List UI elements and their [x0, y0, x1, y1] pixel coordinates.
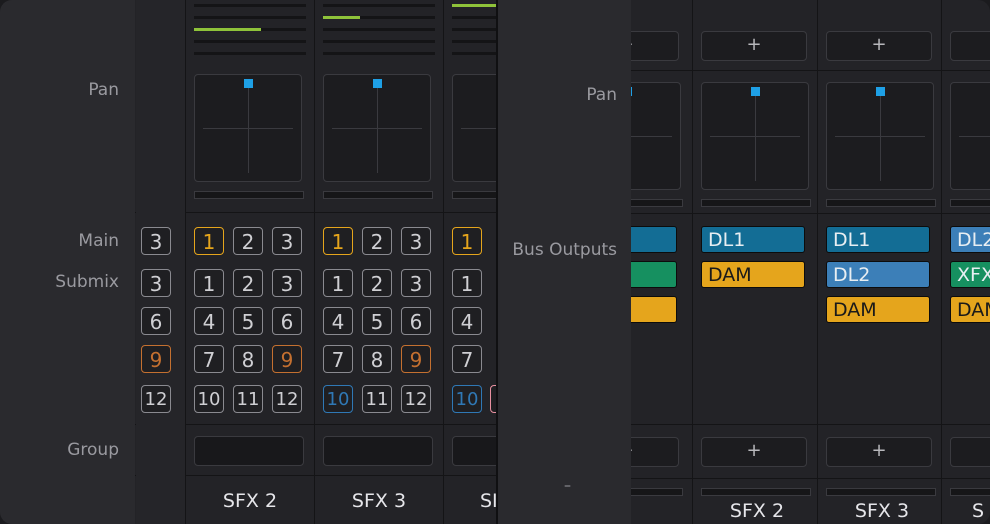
- submix-bus-12[interactable]: 12: [272, 385, 302, 413]
- submix-bus-9[interactable]: 9: [272, 345, 302, 373]
- pan-pad[interactable]: [701, 82, 809, 190]
- pan-handle[interactable]: [244, 79, 253, 88]
- add-top-button[interactable]: +: [701, 31, 807, 61]
- main-bus-3[interactable]: 3: [401, 227, 431, 255]
- channel-strip: DL2 XFX DAM S: [941, 0, 990, 524]
- submix-bus-4[interactable]: 4: [452, 307, 482, 335]
- add-group-button[interactable]: [950, 437, 990, 467]
- submix-bus-3[interactable]: 3: [141, 269, 171, 297]
- submix-bus-8[interactable]: 8: [233, 345, 263, 373]
- submix-bus-7[interactable]: 7: [194, 345, 224, 373]
- main-bus-3[interactable]: 3: [141, 227, 171, 255]
- main-bus-1[interactable]: 1: [452, 227, 482, 255]
- level-meter-fill: [323, 16, 360, 19]
- main-bus-1[interactable]: 1: [194, 227, 224, 255]
- submix-bus-3[interactable]: 3: [401, 269, 431, 297]
- pan-pad[interactable]: [452, 74, 496, 182]
- submix-bus-10[interactable]: 10: [452, 385, 482, 413]
- submix-bus-1[interactable]: 1: [194, 269, 224, 297]
- channel-strip-sfx-3: + DL1 DL2 DAM + SFX 3: [817, 0, 946, 524]
- bus-output-dam[interactable]: DAM: [950, 296, 990, 323]
- group-slot[interactable]: [452, 436, 496, 466]
- channel-strip-sfx-2: + DL1 DAM + SFX 2: [692, 0, 821, 524]
- submix-bus-12[interactable]: 12: [401, 385, 431, 413]
- submix-bus-4[interactable]: 4: [194, 307, 224, 335]
- submix-bus-7[interactable]: 7: [452, 345, 482, 373]
- submix-bus-12[interactable]: 12: [141, 385, 171, 413]
- main-bus-1[interactable]: 1: [323, 227, 353, 255]
- level-meter-fill: [452, 4, 496, 7]
- strip-name: SFX 2: [729, 500, 785, 522]
- submix-bus-8[interactable]: 8: [362, 345, 392, 373]
- submix-bus-4[interactable]: 4: [323, 307, 353, 335]
- pan-handle[interactable]: [373, 79, 382, 88]
- bus-output-dl2[interactable]: DL2: [826, 261, 930, 288]
- strip-name: SFX 3: [854, 500, 910, 522]
- bus-output-dl1[interactable]: DL1: [701, 226, 805, 253]
- add-top-button[interactable]: [950, 31, 990, 61]
- submix-bus-11[interactable]: 11: [362, 385, 392, 413]
- bus-output-dam[interactable]: DAM: [826, 296, 930, 323]
- pan-handle[interactable]: [876, 87, 885, 96]
- group-slot[interactable]: [323, 436, 433, 466]
- channel-strip: 1 1 4 7 10 SI: [443, 0, 496, 524]
- pan-pad[interactable]: [950, 82, 990, 190]
- bus-outputs-label: Bus Outputs: [512, 240, 617, 260]
- strip-name: SFX 3: [351, 490, 407, 512]
- mixer-panel-right: + + K 1 + DL1 DAM + SFX 2 + DL1 DL2: [496, 0, 990, 524]
- main-bus-3[interactable]: 3: [272, 227, 302, 255]
- pan-pad[interactable]: [194, 74, 302, 182]
- bus-output-dl2[interactable]: DL2: [950, 226, 990, 253]
- submix-bus-2[interactable]: 2: [362, 269, 392, 297]
- submix-bus-2[interactable]: 2: [233, 269, 263, 297]
- submix-bus-7[interactable]: 7: [323, 345, 353, 373]
- submix-bus-10[interactable]: 10: [194, 385, 224, 413]
- submix-bus-6[interactable]: 6: [401, 307, 431, 335]
- submix-bus-6[interactable]: 6: [141, 307, 171, 335]
- group-label: Group: [67, 440, 119, 460]
- row-labels-left: Pan Main Submix Group: [0, 0, 135, 524]
- pan-pad[interactable]: [826, 82, 934, 190]
- pan-handle[interactable]: [751, 87, 760, 96]
- add-group-button[interactable]: +: [826, 437, 932, 467]
- pan-pad[interactable]: [323, 74, 431, 182]
- group-slot[interactable]: [194, 436, 304, 466]
- submix-label: Submix: [55, 272, 119, 292]
- pan-label: Pan: [586, 85, 617, 105]
- dash-label: –: [564, 478, 571, 494]
- strip-name: SI: [480, 490, 496, 512]
- main-label: Main: [78, 231, 119, 251]
- level-meter-fill: [194, 28, 262, 31]
- submix-bus-11[interactable]: 11: [233, 385, 263, 413]
- add-top-button[interactable]: +: [826, 31, 932, 61]
- bus-output-xfx[interactable]: XFX: [950, 261, 990, 288]
- main-bus-2[interactable]: 2: [233, 227, 263, 255]
- submix-bus-6[interactable]: 6: [272, 307, 302, 335]
- bus-output-dl1[interactable]: DL1: [826, 226, 930, 253]
- submix-bus-3[interactable]: 3: [272, 269, 302, 297]
- channel-strip-sfx-2: 1 2 3 1 2 3 4 5 6 7 8 9 10 11 12 SFX 2: [185, 0, 314, 524]
- submix-bus-1[interactable]: 1: [452, 269, 482, 297]
- main-bus-2[interactable]: 2: [362, 227, 392, 255]
- strip-name: SFX 2: [222, 490, 278, 512]
- submix-bus-1[interactable]: 1: [323, 269, 353, 297]
- add-group-button[interactable]: +: [701, 437, 807, 467]
- submix-bus-9[interactable]: 9: [401, 345, 431, 373]
- strip-name: S: [972, 500, 985, 522]
- bus-output-dam[interactable]: DAM: [701, 261, 805, 288]
- submix-bus-5[interactable]: 5: [233, 307, 263, 335]
- submix-bus-10[interactable]: 10: [323, 385, 353, 413]
- mixer-panel-left: 1 1 2 3 1 2 3 4 5 6 7 8 9 10 11 12 SFX 2: [0, 0, 496, 524]
- submix-bus-9[interactable]: 9: [141, 345, 171, 373]
- row-labels-right: Pan Bus Outputs –: [496, 0, 631, 524]
- submix-bus-5[interactable]: 5: [362, 307, 392, 335]
- pan-label: Pan: [88, 80, 119, 100]
- channel-strip-sfx-3: 1 2 3 1 2 3 4 5 6 7 8 9 10 11 12 SFX 3: [314, 0, 443, 524]
